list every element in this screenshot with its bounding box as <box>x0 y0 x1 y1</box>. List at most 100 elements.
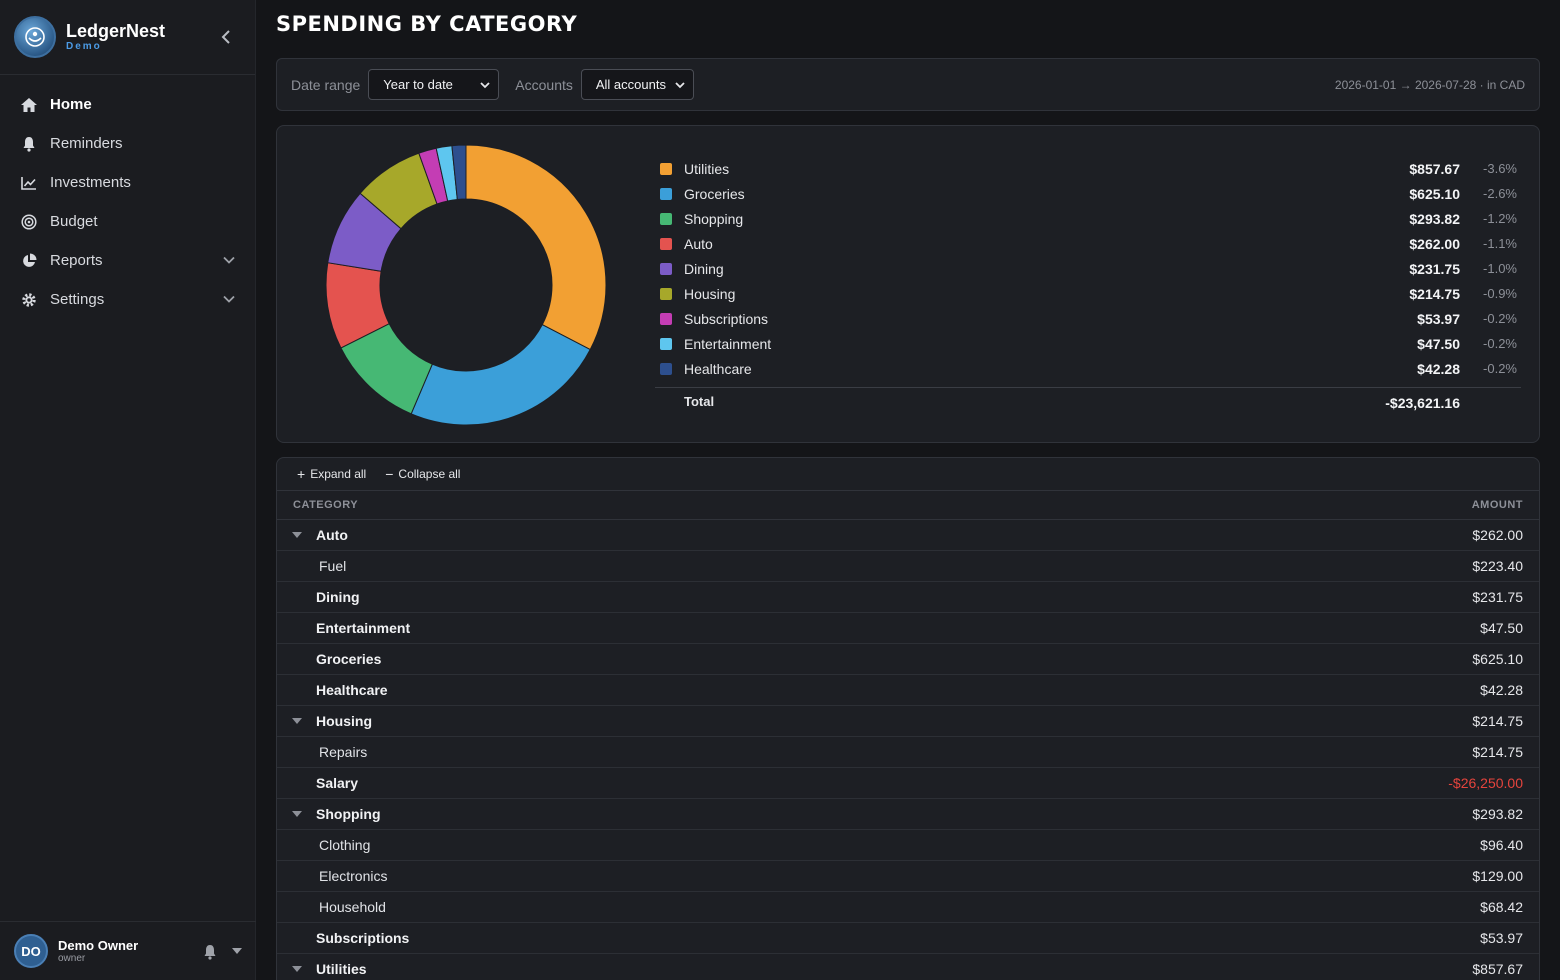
category-amount: $293.82 <box>1472 806 1523 822</box>
category-amount: $262.00 <box>1472 527 1523 543</box>
category-name: Shopping <box>316 806 381 822</box>
column-header-category[interactable]: CATEGORY <box>293 499 358 511</box>
date-range-value: Year to date <box>383 77 453 92</box>
legend-amount: $857.67 <box>1409 160 1460 177</box>
donut-slice-utilities[interactable] <box>465 144 607 351</box>
expand-all-button[interactable]: + Expand all <box>297 466 366 482</box>
expand-toggle-icon[interactable] <box>292 811 302 818</box>
column-header-amount[interactable]: AMOUNT <box>1472 499 1523 511</box>
category-name: Groceries <box>316 651 382 667</box>
expand-toggle-icon[interactable] <box>292 966 302 973</box>
main-nav: Home Reminders Investments Budget Report… <box>0 85 255 319</box>
category-name: Utilities <box>316 961 367 977</box>
table-row[interactable]: Repairs $214.75 <box>277 737 1539 768</box>
table-row[interactable]: Housing $214.75 <box>277 706 1539 737</box>
category-amount: $214.75 <box>1472 744 1523 760</box>
table-row[interactable]: Auto $262.00 <box>277 520 1539 551</box>
legend-swatch <box>660 262 672 275</box>
table-row[interactable]: Fuel $223.40 <box>277 551 1539 582</box>
table-row[interactable]: Clothing $96.40 <box>277 830 1539 861</box>
table-row[interactable]: Household $68.42 <box>277 892 1539 923</box>
legend-percent: -0.2% <box>1483 311 1517 326</box>
legend-amount: $293.82 <box>1409 210 1460 227</box>
category-name: Auto <box>316 527 348 543</box>
app-logo-icon[interactable] <box>14 16 56 58</box>
category-name: Clothing <box>319 837 371 853</box>
legend-swatch <box>660 287 672 300</box>
legend-item-shopping[interactable]: Shopping $293.82 -1.2% <box>655 206 1521 231</box>
table-row[interactable]: Healthcare $42.28 <box>277 675 1539 706</box>
legend-item-utilities[interactable]: Utilities $857.67 -3.6% <box>655 156 1521 181</box>
category-amount: $53.97 <box>1480 930 1523 946</box>
collapse-all-button[interactable]: − Collapse all <box>385 466 460 482</box>
legend-item-entertainment[interactable]: Entertainment $47.50 -0.2% <box>655 331 1521 356</box>
table-row[interactable]: Electronics $129.00 <box>277 861 1539 892</box>
expand-toggle-icon[interactable] <box>292 718 302 725</box>
legend-percent: -1.1% <box>1483 236 1517 251</box>
legend-swatch <box>660 212 672 225</box>
legend-label: Utilities <box>684 160 730 177</box>
nav-item-investments[interactable]: Investments <box>0 163 255 202</box>
accounts-select[interactable]: All accounts <box>580 69 694 100</box>
table-row[interactable]: Salary -$26,250.00 <box>277 768 1539 799</box>
table-row[interactable]: Groceries $625.10 <box>277 644 1539 675</box>
category-name: Healthcare <box>316 682 388 698</box>
nav-label-budget: Budget <box>50 213 98 230</box>
app-tag: Demo <box>66 41 102 52</box>
bell-icon <box>20 135 38 153</box>
legend-item-housing[interactable]: Housing $214.75 -0.9% <box>655 281 1521 306</box>
chevron-left-icon <box>221 30 230 44</box>
nav-item-home[interactable]: Home <box>0 85 255 124</box>
nav-item-reminders[interactable]: Reminders <box>0 124 255 163</box>
date-range-select[interactable]: Year to date <box>368 69 500 100</box>
table-row[interactable]: Subscriptions $53.97 <box>277 923 1539 954</box>
legend-item-healthcare[interactable]: Healthcare $42.28 -0.2% <box>655 356 1521 381</box>
pie-chart-icon <box>20 252 38 270</box>
table-row[interactable]: Dining $231.75 <box>277 582 1539 613</box>
legend-total-label: Total <box>684 394 715 409</box>
brand: LedgerNest Demo <box>0 0 255 75</box>
table-row[interactable]: Shopping $293.82 <box>277 799 1539 830</box>
table-header: CATEGORY AMOUNT <box>277 491 1539 520</box>
category-name: Electronics <box>319 868 388 884</box>
legend-item-groceries[interactable]: Groceries $625.10 -2.6% <box>655 181 1521 206</box>
target-icon <box>20 213 38 231</box>
caret-down-icon[interactable] <box>232 948 242 954</box>
category-amount: $47.50 <box>1480 620 1523 636</box>
table-row[interactable]: Entertainment $47.50 <box>277 613 1539 644</box>
nav-item-reports[interactable]: Reports <box>0 241 255 280</box>
legend-percent: -0.2% <box>1483 336 1517 351</box>
app-name: LedgerNest <box>66 21 166 41</box>
category-name: Repairs <box>319 744 368 760</box>
legend-item-subscriptions[interactable]: Subscriptions $53.97 -0.2% <box>655 306 1521 331</box>
page-title: Spending by Category <box>276 12 578 36</box>
avatar[interactable]: DO <box>14 934 48 968</box>
category-amount: $231.75 <box>1472 589 1523 605</box>
nav-item-settings[interactable]: Settings <box>0 280 255 319</box>
legend-percent: -1.2% <box>1483 211 1517 226</box>
collapse-sidebar-button[interactable] <box>216 26 236 48</box>
nav-label-reports: Reports <box>50 252 103 269</box>
donut-slice-groceries[interactable] <box>410 323 591 426</box>
category-amount: $68.42 <box>1480 899 1523 915</box>
legend-label: Housing <box>684 285 736 302</box>
expand-toggle-icon[interactable] <box>292 532 302 539</box>
home-icon <box>20 96 38 114</box>
nav-label-home: Home <box>50 96 92 113</box>
category-table-card: + Expand all − Collapse all CATEGORY AMO… <box>276 457 1540 980</box>
category-name: Household <box>319 899 386 915</box>
legend-amount: $625.10 <box>1409 185 1460 202</box>
gear-icon <box>20 291 38 309</box>
notifications-bell-icon[interactable] <box>203 944 217 960</box>
nav-item-budget[interactable]: Budget <box>0 202 255 241</box>
table-row[interactable]: Utilities $857.67 <box>277 954 1539 980</box>
user-menu[interactable]: DO Demo Owner owner <box>0 921 256 980</box>
category-name: Salary <box>316 775 359 791</box>
nav-label-reminders: Reminders <box>50 135 123 152</box>
legend-item-auto[interactable]: Auto $262.00 -1.1% <box>655 231 1521 256</box>
legend-item-dining[interactable]: Dining $231.75 -1.0% <box>655 256 1521 281</box>
legend-total-row: Total -$23,621.16 <box>655 387 1521 415</box>
user-role: owner <box>58 952 86 964</box>
category-amount: $625.10 <box>1472 651 1523 667</box>
category-amount: $42.28 <box>1480 682 1523 698</box>
